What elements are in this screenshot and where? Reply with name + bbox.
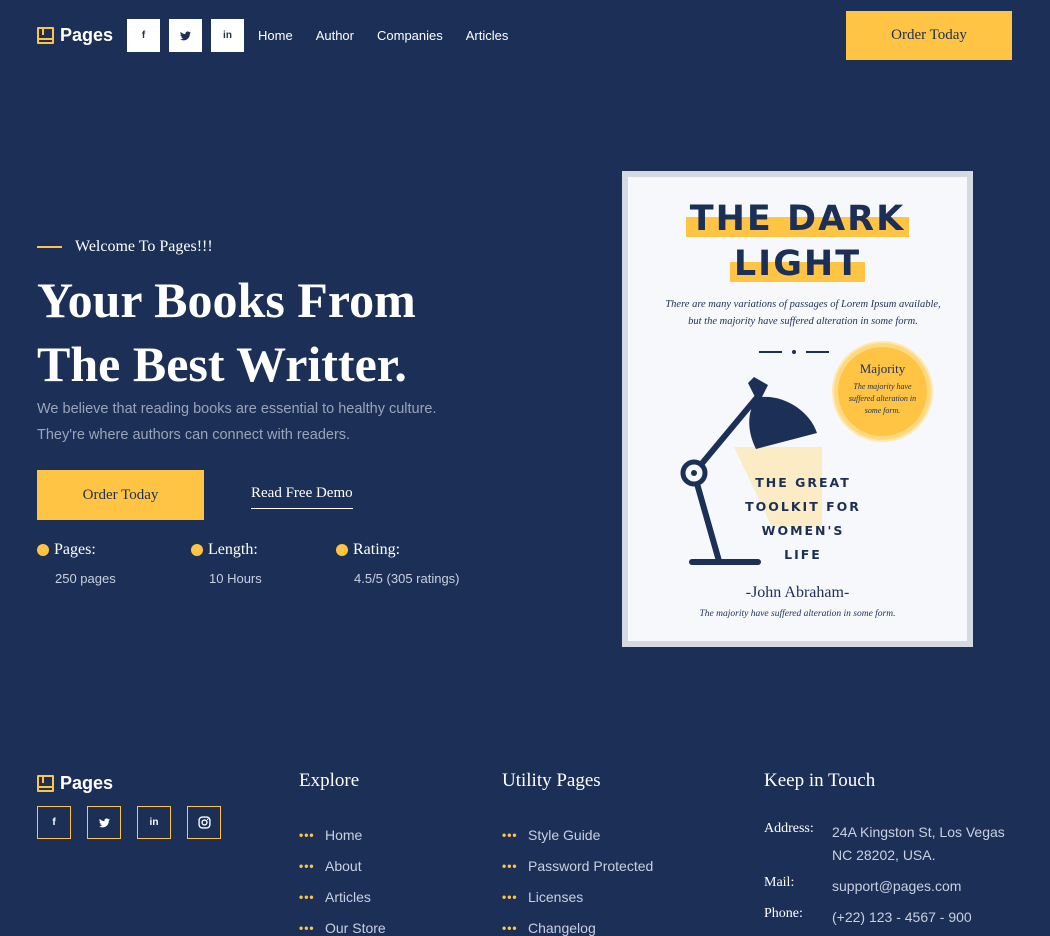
cover-author: -John Abraham- [745,584,850,601]
nav-home[interactable]: Home [258,28,293,43]
nav-companies[interactable]: Companies [377,28,443,43]
cover-divider [759,350,829,354]
stat-value: 10 Hours [209,571,262,586]
hero-title-line2: The Best Writter. [37,336,407,392]
book-icon [37,775,54,792]
nav-author[interactable]: Author [316,28,354,43]
stat-label: Rating: [353,541,401,558]
book-cover[interactable]: THE DARK LIGHT There are many variations… [622,171,973,647]
eyebrow-line [37,246,62,248]
footer-link-style-guide[interactable]: ••• Style Guide [502,819,653,850]
logo-text: Pages [60,773,114,793]
stat-label: Pages: [54,541,96,558]
contact-address: Address: 24A Kingston St, Los Vegas NC 2… [764,821,1005,863]
bullet-dot [336,544,348,556]
footer-utility: Utility Pages ••• Style Guide ••• Password… [502,770,653,936]
eyebrow-text: Welcome To Pages!!! [75,238,213,255]
footer-social-links: f in [37,806,221,839]
book-icon [37,27,54,44]
mail-link[interactable]: support@pages.com [832,875,1022,906]
cover-subtitle: There are many variations of passages of… [665,299,941,327]
bullet-dot [191,544,203,556]
read-demo-link[interactable]: Read Free Demo [251,485,353,509]
logo-text: Pages [60,25,114,45]
contact-mail: Mail: support@pages.com [764,875,1022,906]
footer-link-store[interactable]: ••• Our Store [299,912,386,936]
hero-eyebrow: Welcome To Pages!!! [37,238,213,256]
main-nav: Home Author Companies Articles [258,28,508,43]
stat-length: Length: 10 Hours [191,541,262,586]
instagram-icon[interactable] [187,806,221,839]
linkedin-icon[interactable]: in [137,806,171,839]
book-cover-inner: THE DARK LIGHT There are many variations… [628,177,967,641]
stat-label: Length: [208,541,258,558]
cover-tagline: THE GREAT TOOLKIT FOR WOMEN'S LIFE [745,475,861,562]
footer-explore: Explore ••• Home ••• About ••• Articles •••… [299,770,386,936]
cover-footnote: The majority have suffered alteration in… [699,609,896,619]
cover-title-line2: LIGHT [729,244,866,284]
explore-title: Explore [299,770,360,791]
stat-pages: Pages: 250 pages [37,541,116,586]
facebook-icon[interactable]: f [127,19,160,52]
hero-title: Your Books From The Best Writter. [37,268,557,396]
contact-title: Keep in Touch [764,770,876,791]
stat-value: 250 pages [55,571,116,586]
linkedin-icon[interactable]: in [211,19,244,52]
utility-title: Utility Pages [502,770,601,791]
footer-link-password[interactable]: ••• Password Protected [502,850,653,881]
phone-link[interactable]: (+22) 123 - 4567 - 900 [832,906,1022,929]
header-social-links: f in [127,19,244,52]
stat-value: 4.5/5 (305 ratings) [354,571,460,586]
footer-logo[interactable]: Pages [37,773,113,794]
hero-description: We believe that reading books are essent… [37,401,437,443]
nav-articles[interactable]: Articles [466,28,509,43]
hero-order-button[interactable]: Order Today [37,470,204,520]
badge-text: The majority have suffered alteration in… [848,382,917,415]
footer-link-changelog[interactable]: ••• Changelog [502,912,653,936]
badge-title: Majority [859,361,906,376]
footer-link-about[interactable]: ••• About [299,850,386,881]
footer-link-licenses[interactable]: ••• Licenses [502,881,653,912]
contact-phone: Phone: (+22) 123 - 4567 - 900 [764,906,1022,929]
footer-link-articles[interactable]: ••• Articles [299,881,386,912]
twitter-icon[interactable] [169,19,202,52]
majority-badge: Majority The majority have suffered alte… [834,343,931,440]
hero-title-line1: Your Books From [37,272,416,328]
bullet-dot [37,544,49,556]
facebook-icon[interactable]: f [37,806,71,839]
header-order-button[interactable]: Order Today [846,11,1012,60]
footer-link-home[interactable]: ••• Home [299,819,386,850]
cover-title-line1: THE DARK [685,199,910,239]
header-logo[interactable]: Pages [37,25,113,46]
footer-contact: Keep in Touch Address: 24A Kingston St, … [764,770,1022,929]
twitter-icon[interactable] [87,806,121,839]
stat-rating: Rating: 4.5/5 (305 ratings) [336,541,460,586]
